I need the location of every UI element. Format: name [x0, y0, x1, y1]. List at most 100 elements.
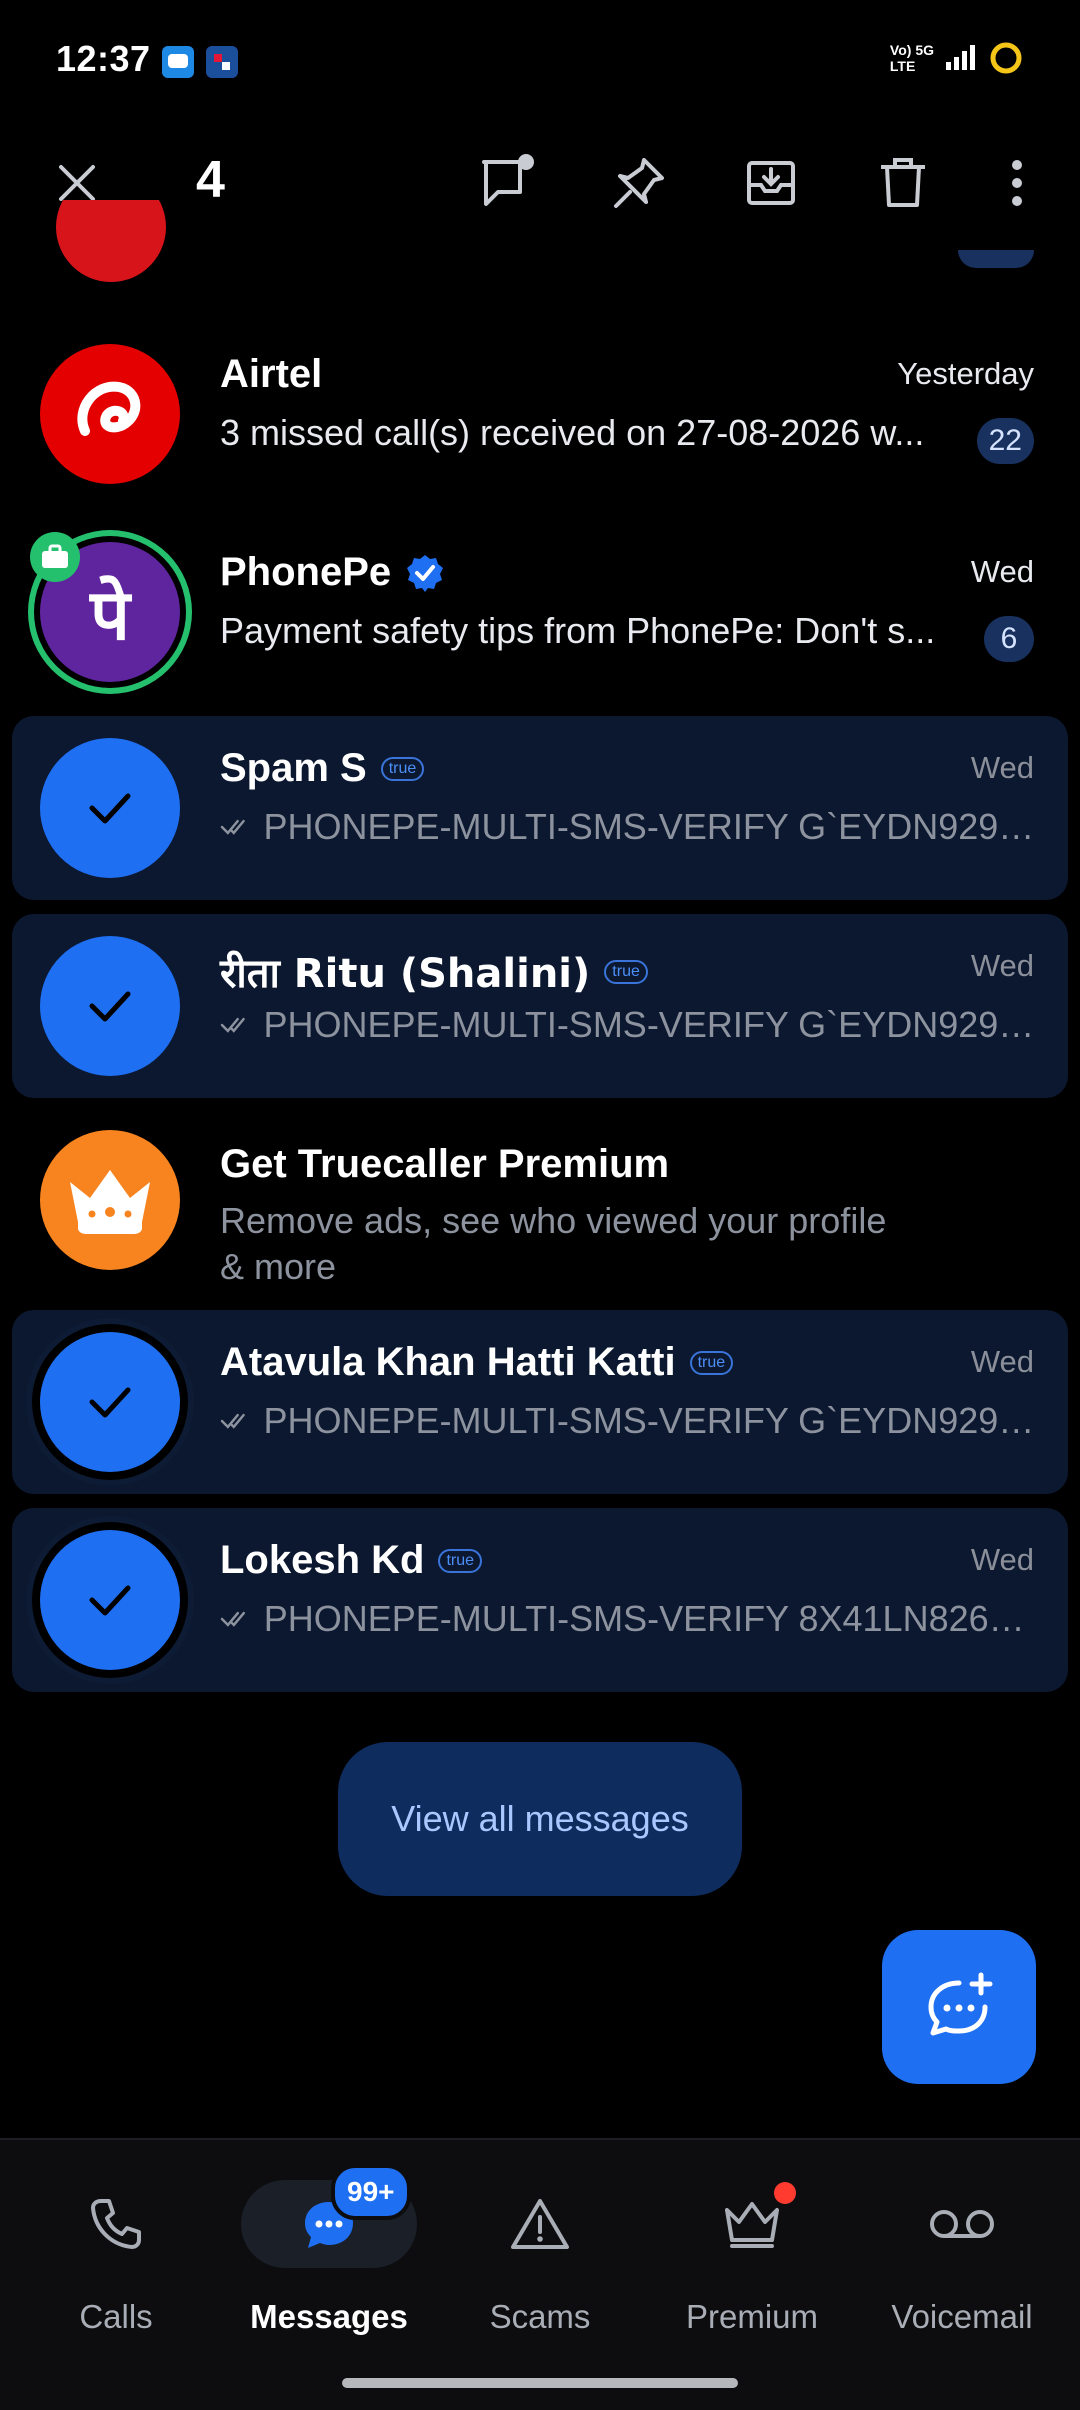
- more-icon: [1012, 160, 1022, 206]
- conversation-row-atavula-khan[interactable]: Atavula Khan Hatti Katti true Wed PHONEPE…: [12, 1310, 1068, 1494]
- row-snippet: PHONEPE-MULTI-SMS-VERIFY G`EYDN929D...: [220, 1004, 1040, 1046]
- network-label: Vo) 5G LTE: [890, 42, 934, 74]
- pin-button[interactable]: [594, 138, 684, 228]
- view-all-messages-button[interactable]: View all messages: [338, 1742, 742, 1896]
- true-tag: true: [438, 1548, 483, 1573]
- nav-scams[interactable]: Scams: [440, 2180, 640, 2336]
- row-date: Yesterday: [897, 356, 1034, 391]
- network-line1: Vo) 5G: [889, 42, 934, 58]
- selected-count: 4: [196, 151, 225, 209]
- check-icon: [89, 1585, 131, 1616]
- nav-calls-label: Calls: [79, 2298, 153, 2335]
- row-date: Wed: [970, 554, 1034, 589]
- check-icon: [89, 1387, 131, 1418]
- close-icon: [59, 165, 95, 201]
- airtel-logo-avatar: [40, 344, 180, 484]
- double-check-icon: [220, 819, 245, 835]
- nav-calls[interactable]: Calls: [16, 2180, 216, 2336]
- conversation-row-phonepe[interactable]: पे PhonePe Wed Payment safety tips from …: [12, 520, 1068, 704]
- delete-icon: [881, 158, 925, 207]
- nav-scams-label: Scams: [489, 2298, 591, 2335]
- check-icon: [89, 793, 131, 824]
- new-chat-icon: [928, 1972, 993, 2036]
- crown-icon: [725, 2202, 779, 2248]
- mark-read-icon: [482, 154, 534, 206]
- status-right-cluster: Vo) 5G LTE: [890, 40, 1024, 76]
- home-indicator[interactable]: [342, 2378, 738, 2388]
- signal-icon: [946, 45, 975, 70]
- network-line2: LTE: [889, 58, 916, 74]
- row-snippet: PHONEPE-MULTI-SMS-VERIFY G`EYDN929D...: [220, 1400, 1040, 1442]
- premium-promo-row[interactable]: Get Truecaller Premium Remove ads, see w…: [12, 1112, 1068, 1298]
- chat-app-icon: [162, 46, 194, 78]
- check-icon: [89, 991, 131, 1022]
- unread-badge: 22: [976, 418, 1034, 464]
- delete-button[interactable]: [858, 138, 948, 228]
- battery-ring-icon: [990, 42, 1022, 74]
- row-name: Get Truecaller Premium: [220, 1142, 670, 1186]
- row-name: PhonePe: [220, 550, 445, 595]
- conversation-row-airtel[interactable]: Airtel Yesterday 3 missed call(s) receiv…: [12, 322, 1068, 506]
- row-snippet: PHONEPE-MULTI-SMS-VERIFY G`EYDN929D...: [220, 806, 1040, 848]
- premium-notification-dot: [774, 2182, 796, 2204]
- conversation-row-lokesh-kd[interactable]: Lokesh Kd true Wed PHONEPE-MULTI-SMS-VERI…: [12, 1508, 1068, 1692]
- partial-badge: [958, 250, 1034, 268]
- true-tag: true: [604, 959, 648, 984]
- crown-icon: [70, 1170, 150, 1234]
- voicemail-icon: [930, 2210, 994, 2238]
- premium-description: Remove ads, see who viewed your profile …: [220, 1198, 886, 1290]
- more-options-button[interactable]: [974, 138, 1060, 228]
- nav-premium-icon-wrap: [664, 2180, 840, 2268]
- pin-icon: [614, 158, 664, 208]
- row-snippet: PHONEPE-MULTI-SMS-VERIFY 8X41LN826G...: [220, 1598, 1040, 1640]
- phonepe-logo-text: पे: [90, 574, 130, 656]
- conversation-row-ritu[interactable]: रीता Ritu (Shalini) true Wed PHONEPE-MULT…: [12, 914, 1068, 1098]
- nav-voicemail-label: Voicemail: [891, 2298, 1033, 2335]
- row-name: Lokesh Kd true: [220, 1538, 483, 1583]
- verified-badge-icon: [407, 554, 444, 592]
- mark-read-button[interactable]: [462, 138, 552, 228]
- row-name: रीता Ritu (Shalini) true: [220, 944, 648, 999]
- true-tag: true: [689, 1350, 734, 1375]
- nav-premium-label: Premium: [685, 2298, 819, 2335]
- row-name: Atavula Khan Hatti Katti true: [220, 1340, 734, 1385]
- business-briefcase-icon: [30, 532, 80, 582]
- warning-icon: [511, 2199, 569, 2249]
- unread-badge: 6: [984, 616, 1034, 662]
- row-name: Spam Strue: [220, 746, 425, 791]
- row-snippet: Payment safety tips from PhonePe: Don't …: [220, 610, 936, 651]
- selected-check-avatar: [40, 1332, 180, 1472]
- status-time: 12:37: [56, 38, 151, 79]
- nav-scams-icon-wrap: [452, 2180, 628, 2268]
- row-name: Airtel: [220, 352, 323, 396]
- messages-unread-badge: 99+: [331, 2164, 411, 2220]
- archive-icon: [747, 161, 795, 205]
- phone-icon: [91, 2199, 141, 2249]
- new-message-fab[interactable]: [882, 1930, 1036, 2084]
- double-check-icon: [220, 1017, 245, 1033]
- archive-button[interactable]: [726, 138, 816, 228]
- double-check-icon: [220, 1413, 245, 1429]
- nav-messages-icon-wrap: 99+: [241, 2164, 417, 2268]
- true-tag: true: [380, 756, 425, 781]
- conversation-row-spam-s[interactable]: Spam Strue Wed PHONEPE-MULTI-SMS-VERIFY …: [12, 716, 1068, 900]
- row-date: Wed: [970, 750, 1034, 785]
- premium-crown-avatar: [40, 1130, 180, 1270]
- row-date: Wed: [970, 948, 1034, 983]
- double-check-icon: [220, 1611, 246, 1627]
- nav-messages-label: Messages: [250, 2298, 408, 2335]
- nav-voicemail[interactable]: Voicemail: [862, 2180, 1062, 2336]
- nav-calls-icon-wrap: [28, 2180, 204, 2268]
- selected-check-avatar: [40, 1530, 180, 1670]
- nav-voicemail-icon-wrap: [874, 2180, 1050, 2268]
- selected-check-avatar: [40, 738, 180, 878]
- partial-avatar: [56, 200, 166, 282]
- row-date: Wed: [970, 1542, 1034, 1577]
- row-date: Wed: [970, 1344, 1034, 1379]
- dominos-icon: [206, 46, 238, 78]
- nav-premium[interactable]: Premium: [652, 2180, 852, 2336]
- premium-description-line1: Remove ads, see who viewed your profile: [220, 1200, 887, 1241]
- nav-messages[interactable]: 99+ Messages: [229, 2164, 429, 2336]
- row-snippet: 3 missed call(s) received on 27-08-2026 …: [220, 412, 925, 453]
- selected-check-avatar: [40, 936, 180, 1076]
